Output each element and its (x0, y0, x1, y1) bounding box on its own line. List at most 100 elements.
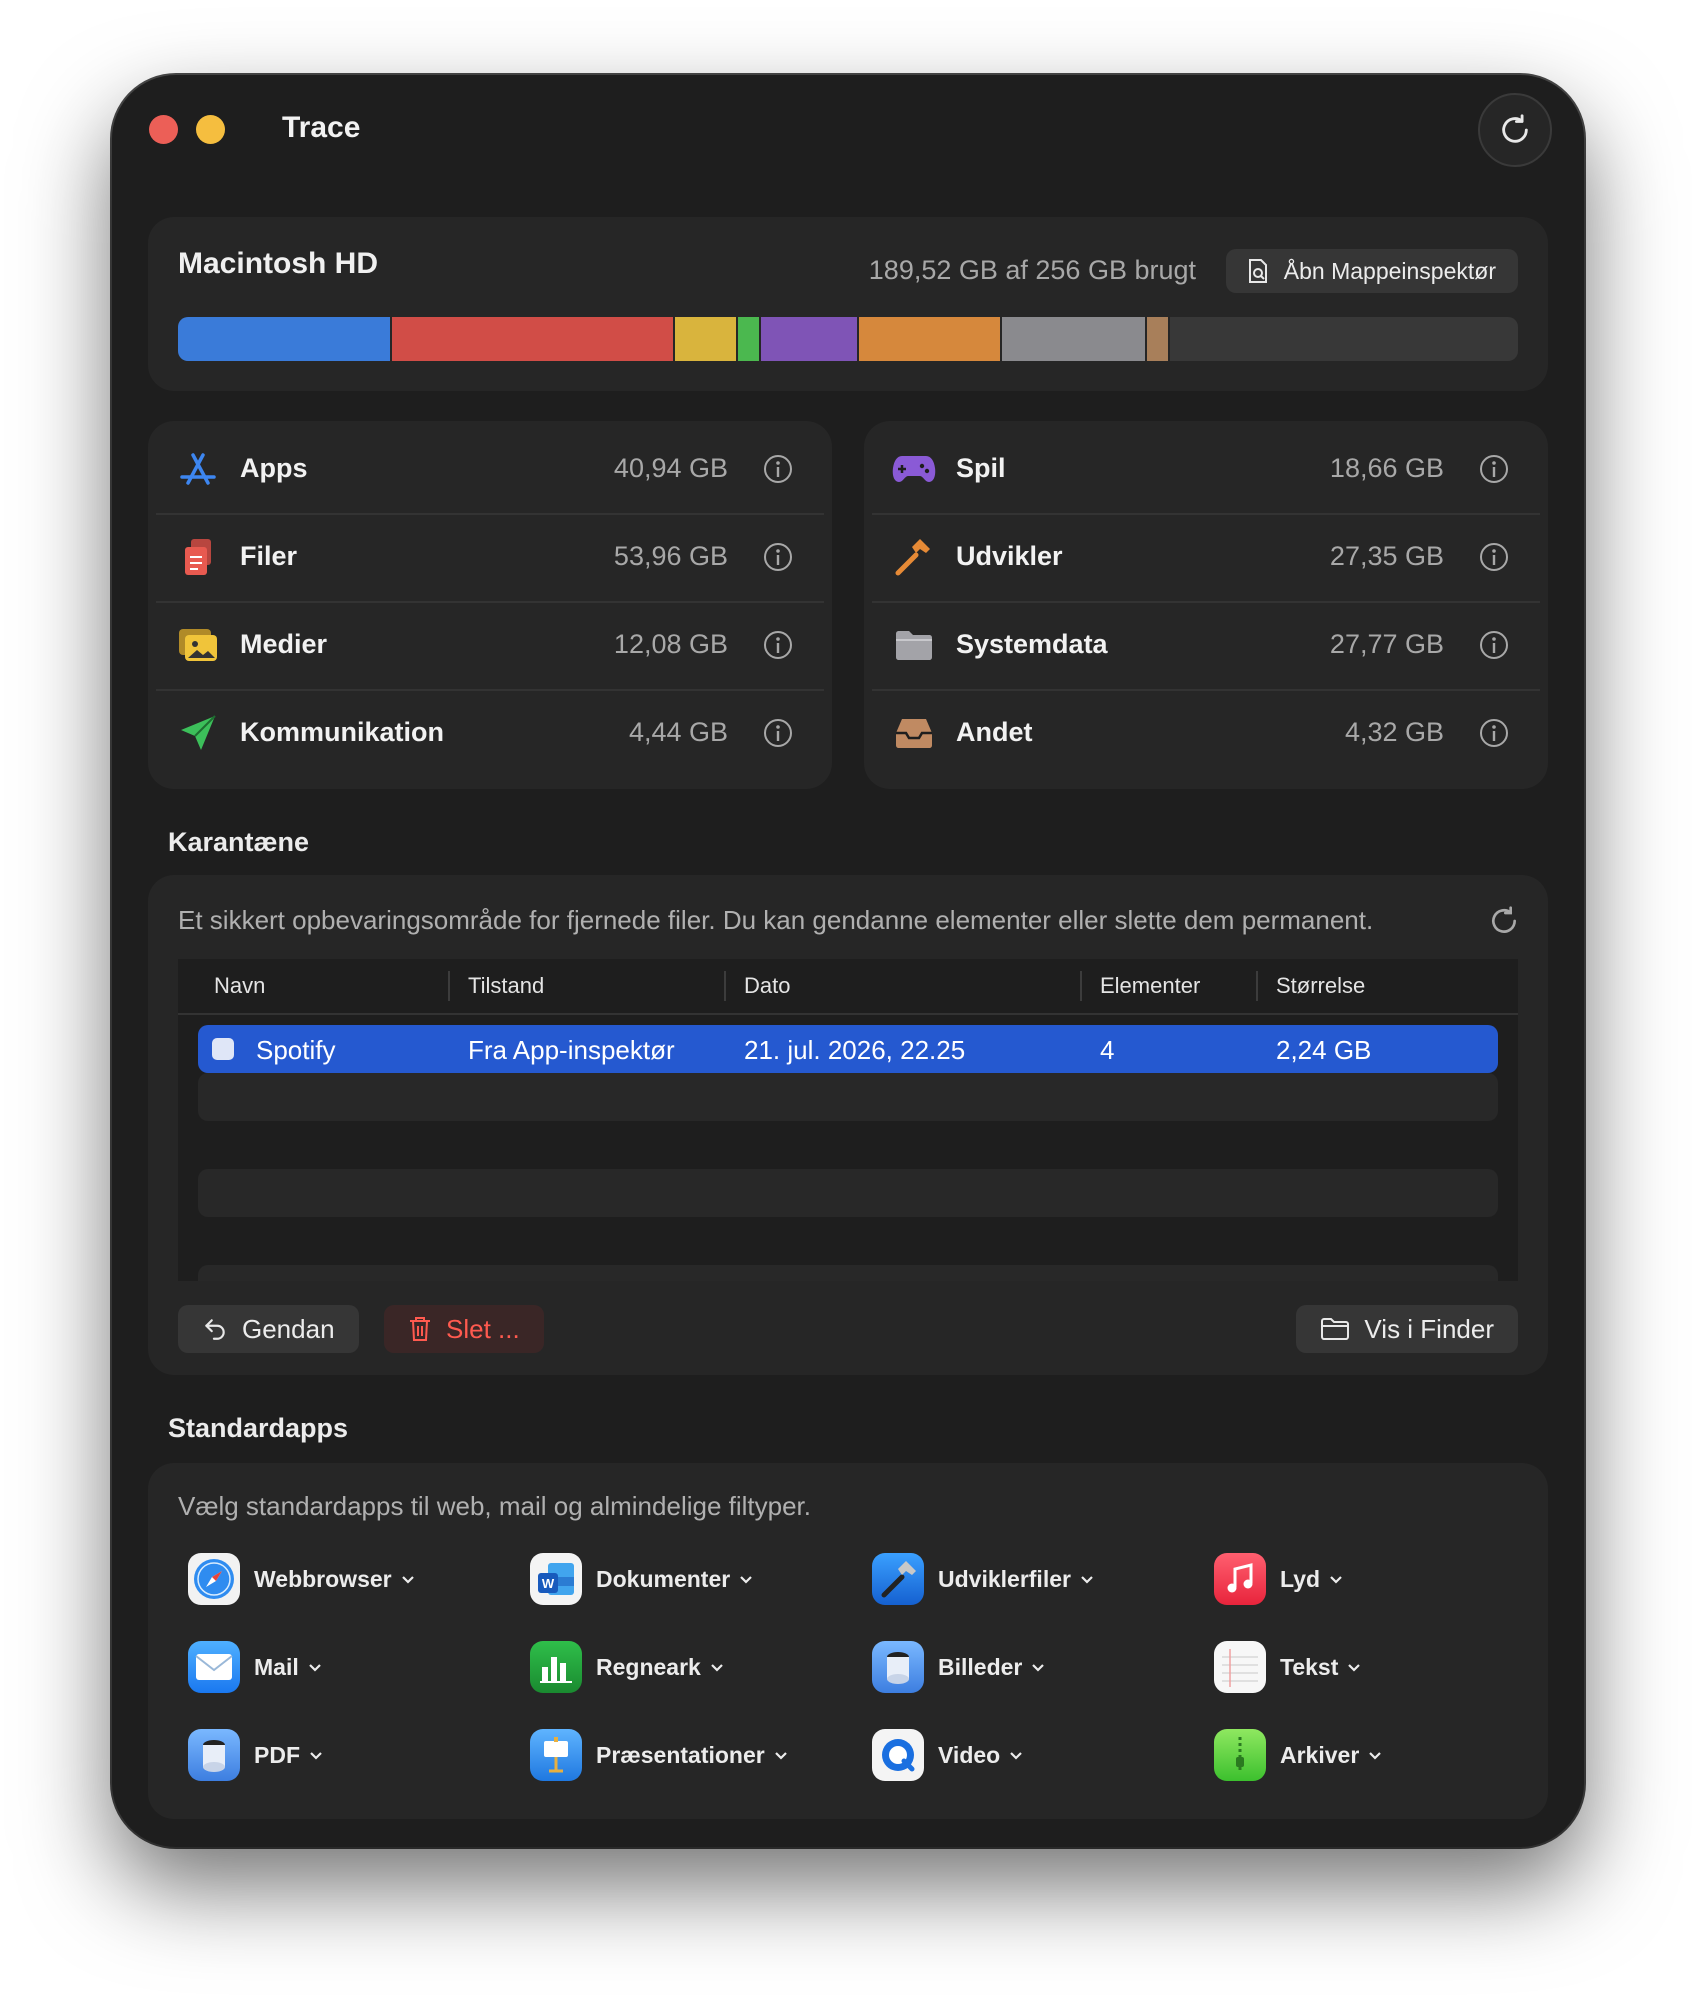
app-store-icon (176, 449, 220, 489)
info-icon[interactable] (1478, 453, 1510, 485)
usage-segment-systemdata (1002, 317, 1148, 361)
usage-segment-filer (392, 317, 675, 361)
category-row-apps[interactable]: Apps 40,94 GB (156, 425, 824, 515)
standard-apps-card: Vælg standardapps til web, mail og almin… (148, 1463, 1548, 1819)
usage-segment-udvikler (858, 317, 1002, 361)
info-icon[interactable] (1478, 541, 1510, 573)
xcode-icon (872, 1553, 924, 1605)
categories-left-card: Apps 40,94 GB Filer 53,96 GB Medier 12,0… (148, 421, 832, 789)
minimize-window-button[interactable] (196, 115, 225, 144)
svg-text:W: W (542, 1576, 555, 1591)
category-row-files[interactable]: Filer 53,96 GB (156, 513, 824, 603)
chevron-down-icon (1032, 1664, 1045, 1672)
chevron-down-icon (1010, 1752, 1022, 1760)
default-app-archives[interactable]: Arkiver (1214, 1727, 1383, 1783)
info-icon[interactable] (762, 541, 794, 573)
cell-items: 4 (1100, 1035, 1115, 1065)
table-row[interactable]: Spotify Fra App-inspektør 21. jul. 2026,… (198, 1025, 1498, 1073)
app-label: Billeder (938, 1653, 1023, 1680)
column-header-items[interactable]: Elementer (1100, 973, 1200, 999)
usage-segment-andet (1147, 317, 1170, 361)
column-header-state[interactable]: Tilstand (468, 973, 544, 999)
category-row-system-data[interactable]: Systemdata 27,77 GB (872, 601, 1540, 691)
default-app-pdf[interactable]: PDF (188, 1727, 324, 1783)
restore-button[interactable]: Gendan (178, 1305, 359, 1353)
default-app-images[interactable]: Billeder (872, 1639, 1046, 1695)
category-size: 4,44 GB (628, 717, 728, 747)
category-size: 18,66 GB (1329, 453, 1444, 483)
app-label: Udviklerfiler (938, 1565, 1071, 1592)
chevron-down-icon (308, 1664, 321, 1672)
standard-apps-description: Vælg standardapps til web, mail og almin… (178, 1491, 812, 1521)
info-icon[interactable] (762, 717, 794, 749)
category-row-other[interactable]: Andet 4,32 GB (872, 689, 1540, 777)
paper-plane-icon (176, 713, 220, 753)
delete-button[interactable]: Slet ... (384, 1305, 544, 1353)
row-checkbox[interactable] (212, 1038, 234, 1060)
open-folder-inspector-button[interactable]: Åbn Mappeinspektør (1225, 249, 1518, 293)
default-app-documents[interactable]: W Dokumenter (530, 1551, 754, 1607)
category-label: Spil (956, 453, 1006, 483)
quarantine-description: Et sikkert opbevaringsområde for fjerned… (178, 905, 1374, 935)
cell-name: Spotify (256, 1035, 336, 1065)
default-app-developer-files[interactable]: Udviklerfiler (872, 1551, 1095, 1607)
category-size: 53,96 GB (613, 541, 728, 571)
refresh-icon[interactable] (1488, 905, 1520, 937)
default-app-audio[interactable]: Lyd (1214, 1551, 1344, 1607)
cell-date: 21. jul. 2026, 22.25 (744, 1035, 966, 1065)
restore-label: Gendan (242, 1313, 335, 1344)
default-app-video[interactable]: Video (872, 1727, 1024, 1783)
info-icon[interactable] (762, 629, 794, 661)
default-app-presentations[interactable]: Præsentationer (530, 1727, 789, 1783)
column-header-size[interactable]: Størrelse (1276, 973, 1365, 999)
chevron-down-icon (1369, 1752, 1382, 1760)
music-icon (1214, 1553, 1266, 1605)
default-app-text[interactable]: Tekst (1214, 1639, 1362, 1695)
standard-apps-title: Standardapps (168, 1413, 349, 1443)
default-app-webbrowser[interactable]: Webbrowser (188, 1551, 416, 1607)
disk-name: Macintosh HD (178, 247, 379, 280)
category-label: Systemdata (956, 629, 1108, 659)
category-row-communication[interactable]: Kommunikation 4,44 GB (156, 689, 824, 777)
folder-icon (1321, 1318, 1350, 1340)
app-label: Video (938, 1741, 1001, 1768)
usage-segment-spil (761, 317, 859, 361)
app-window: Trace Macintosh HD 189,52 GB af 256 GB b… (112, 75, 1584, 1847)
column-header-date[interactable]: Dato (744, 973, 790, 999)
category-size: 27,77 GB (1329, 629, 1444, 659)
undo-arrow-icon (205, 1319, 225, 1340)
keynote-icon (530, 1729, 582, 1781)
close-window-button[interactable] (149, 115, 178, 144)
mail-icon (188, 1641, 240, 1693)
category-label: Apps (240, 453, 308, 483)
info-icon[interactable] (1478, 629, 1510, 661)
category-row-games[interactable]: Spil 18,66 GB (872, 425, 1540, 515)
category-row-developer[interactable]: Udvikler 27,35 GB (872, 513, 1540, 603)
column-header-name[interactable]: Navn (214, 973, 265, 999)
categories-right-card: Spil 18,66 GB Udvikler 27,35 GB Systemda… (864, 421, 1548, 789)
info-icon[interactable] (1478, 717, 1510, 749)
app-label: Lyd (1280, 1565, 1321, 1592)
default-app-spreadsheets[interactable]: Regneark (530, 1639, 725, 1695)
reload-button[interactable] (1478, 93, 1552, 167)
category-row-media[interactable]: Medier 12,08 GB (156, 601, 824, 691)
table-header: Navn Tilstand Dato Elementer Størrelse (178, 959, 1518, 1015)
app-label: Regneark (596, 1653, 701, 1680)
word-icon: W (530, 1553, 582, 1605)
info-icon[interactable] (762, 453, 794, 485)
app-label: Webbrowser (254, 1565, 392, 1592)
show-in-finder-button[interactable]: Vis i Finder (1296, 1305, 1518, 1353)
show-in-finder-label: Vis i Finder (1364, 1313, 1494, 1344)
textedit-icon (1214, 1641, 1266, 1693)
default-app-mail[interactable]: Mail (188, 1639, 323, 1695)
cell-state: Fra App-inspektør (468, 1035, 675, 1065)
chevron-down-icon (1348, 1664, 1361, 1672)
documents-icon (176, 537, 220, 577)
storage-usage-bar (178, 317, 1518, 361)
quarantine-table: Navn Tilstand Dato Elementer Størrelse S… (178, 959, 1518, 1281)
quarantine-card: Et sikkert opbevaringsområde for fjerned… (148, 875, 1548, 1375)
chevron-down-icon (711, 1664, 723, 1672)
archive-utility-icon (1214, 1729, 1266, 1781)
window-title: Trace (282, 111, 361, 144)
open-folder-inspector-label: Åbn Mappeinspektør (1283, 257, 1496, 284)
